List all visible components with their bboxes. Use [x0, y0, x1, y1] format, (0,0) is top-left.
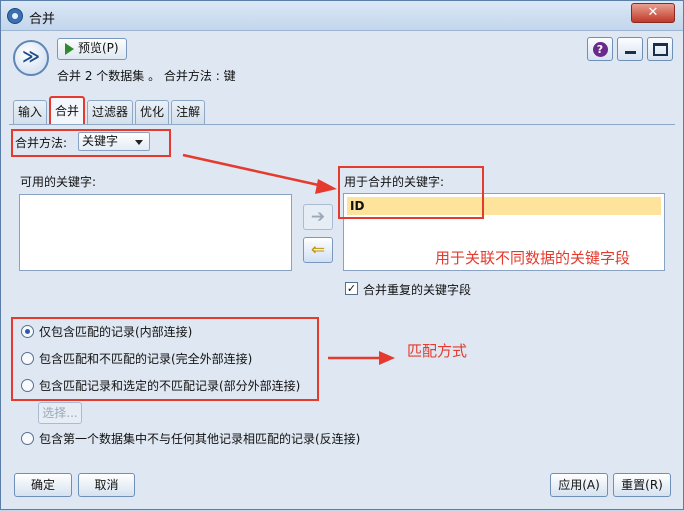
chevron-down-icon [135, 140, 143, 145]
ok-button[interactable]: 确定 [14, 473, 72, 497]
close-button[interactable]: ✕ [631, 3, 675, 23]
available-keys-label: 可用的关键字: [20, 175, 97, 189]
help-button[interactable]: ? [587, 37, 613, 61]
minimize-icon [624, 51, 636, 54]
used-keys-label: 用于合并的关键字: [344, 175, 445, 189]
add-key-button[interactable]: ➔ [303, 204, 333, 230]
radio-anti-join[interactable]: 包含第一个数据集中不与任何其他记录相匹配的记录(反连接) [21, 429, 360, 447]
app-icon [7, 8, 23, 24]
radio-label: 仅包含匹配的记录(内部连接) [39, 324, 193, 339]
merge-method-value: 关键字 [82, 134, 119, 148]
annotation-match-note: 匹配方式 [407, 342, 468, 360]
available-keys-list[interactable] [19, 194, 292, 271]
select-button[interactable]: 选择... [38, 402, 82, 424]
tab-filter[interactable]: 过滤器 [87, 100, 134, 124]
tab-annotation[interactable]: 注解 [171, 100, 206, 124]
cancel-button[interactable]: 取消 [78, 473, 135, 497]
remove-key-button[interactable]: ⇐ [303, 237, 333, 263]
merge-method-select[interactable]: 关键字 [78, 132, 150, 151]
list-item[interactable]: ID [347, 197, 661, 215]
radio-label: 包含匹配记录和选定的不匹配记录(部分外部连接) [39, 378, 301, 393]
title-bar[interactable]: 合并 ✕ [1, 1, 683, 31]
combine-duplicates-label: 合并重复的关键字段 [363, 283, 472, 297]
window-title: 合并 [29, 12, 56, 27]
minimize-button[interactable] [617, 37, 643, 61]
arrow-right-icon: ➔ [310, 207, 326, 227]
radio-inner-join[interactable]: 仅包含匹配的记录(内部连接) [21, 322, 192, 340]
preview-label: 预览(P) [78, 41, 119, 55]
tab-optimize[interactable]: 优化 [135, 100, 170, 124]
merge-method-label: 合并方法: [15, 136, 68, 150]
radio-full-outer-join[interactable]: 包含匹配和不匹配的记录(完全外部连接) [21, 349, 252, 367]
node-summary: 合并 2 个数据集 。 合并方法 : 键 [57, 69, 236, 83]
play-icon [65, 43, 74, 55]
preview-button[interactable]: 预览(P) [57, 38, 127, 60]
merge-node-icon: ≫ [13, 40, 49, 76]
window-tools: ? [587, 37, 673, 61]
merge-panel [9, 124, 675, 464]
tab-merge[interactable]: 合并 [49, 96, 86, 124]
tab-input[interactable]: 输入 [13, 100, 48, 124]
radio-indicator [21, 431, 34, 445]
annotation-key-note: 用于关联不同数据的关键字段 [435, 249, 631, 267]
radio-label: 包含匹配和不匹配的记录(完全外部连接) [39, 351, 253, 366]
maximize-button[interactable] [647, 37, 673, 61]
check-icon: ✓ [346, 282, 357, 295]
maximize-icon [652, 42, 668, 56]
close-icon: ✕ [647, 5, 659, 20]
radio-indicator [21, 324, 34, 338]
reset-button[interactable]: 重置(R) [613, 473, 671, 497]
radio-partial-outer-join[interactable]: 包含匹配记录和选定的不匹配记录(部分外部连接) [21, 376, 300, 394]
merge-dialog: 合并 ✕ ≫ 预览(P) 合并 2 个数据集 。 合并方法 : 键 ? 输入 合… [0, 0, 684, 510]
radio-indicator [21, 378, 34, 392]
radio-indicator [21, 351, 34, 365]
radio-label: 包含第一个数据集中不与任何其他记录相匹配的记录(反连接) [39, 431, 361, 446]
arrow-left-icon: ⇐ [310, 240, 326, 260]
help-icon: ? [592, 41, 608, 57]
tab-bar: 输入 合并 过滤器 优化 注解 [13, 96, 207, 124]
combine-duplicates-checkbox[interactable]: ✓ [345, 282, 358, 295]
apply-button[interactable]: 应用(A) [550, 473, 608, 497]
